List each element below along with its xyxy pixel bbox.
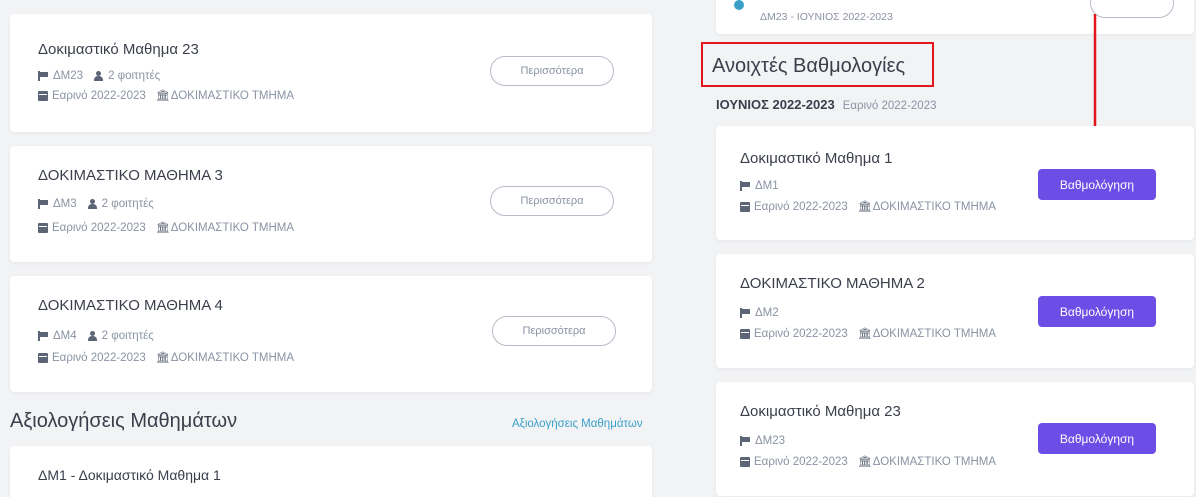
calendar-icon bbox=[740, 329, 750, 339]
course-meta-row: ΔΜ3 2 φοιτητές bbox=[38, 198, 154, 210]
course-meta-row: Εαρινό 2022-2023 🏛 ΔΟΚΙΜΑΣΤΙΚΟ ΤΜΗΜΑ bbox=[740, 456, 996, 468]
course-meta-row: Εαρινό 2022-2023 🏛 ΔΟΚΙΜΑΣΤΙΚΟ ΤΜΗΜΑ bbox=[38, 352, 294, 364]
course-code: ΔΜ3 bbox=[53, 198, 77, 210]
course-meta-row: ΔΜ4 2 φοιτητές bbox=[38, 330, 154, 342]
course-title: Δοκιμαστικό Μαθημα 23 bbox=[38, 41, 199, 58]
course-code: ΔΜ4 bbox=[53, 330, 77, 342]
course-meta-row: ΔΜ23 2 φοιτητές bbox=[38, 70, 160, 82]
course-meta-row: ΔΜ2 bbox=[740, 307, 779, 319]
flag-icon bbox=[38, 331, 49, 341]
user-icon bbox=[93, 71, 104, 81]
course-department: ΔΟΚΙΜΑΣΤΙΚΟ ΤΜΗΜΑ bbox=[872, 456, 997, 468]
course-meta-row: Εαρινό 2022-2023 🏛 ΔΟΚΙΜΑΣΤΙΚΟ ΤΜΗΜΑ bbox=[38, 90, 294, 102]
course-title: ΔΟΚΙΜΑΣΤΙΚΟ ΜΑΘΗΜΑ 3 bbox=[38, 167, 223, 184]
grade-button[interactable]: Βαθμολόγηση bbox=[1038, 296, 1156, 327]
evaluations-link[interactable]: Αξιολογήσεις Μαθημάτων bbox=[512, 418, 643, 430]
user-icon bbox=[87, 331, 98, 341]
course-card: ΔΟΚΙΜΑΣΤΙΚΟ ΜΑΘΗΜΑ 3 ΔΜ3 2 φοιτητές Εαρι… bbox=[10, 146, 652, 262]
course-semester: Εαρινό 2022-2023 bbox=[754, 201, 848, 213]
flag-icon bbox=[740, 181, 751, 191]
course-title: Δοκιμαστικό Μαθημα 23 bbox=[740, 403, 901, 420]
course-code: ΔΜ2 bbox=[755, 307, 779, 319]
flag-icon bbox=[38, 199, 49, 209]
more-button[interactable]: Περισσότερα bbox=[490, 186, 614, 216]
course-title: Δοκιμαστικό Μαθημα 1 bbox=[740, 150, 893, 167]
course-title: ΔΟΚΙΜΑΣΤΙΚΟ ΜΑΘΗΜΑ 4 bbox=[38, 297, 223, 314]
institution-icon: 🏛 bbox=[155, 222, 170, 234]
grade-course-card: Δοκιμαστικό Μαθημα 1 ΔΜ1 Εαρινό 2022-202… bbox=[716, 126, 1194, 240]
students-count: 2 φοιτητές bbox=[108, 70, 161, 82]
course-department: ΔΟΚΙΜΑΣΤΙΚΟ ΤΜΗΜΑ bbox=[170, 352, 295, 364]
course-semester: Εαρινό 2022-2023 bbox=[52, 90, 146, 102]
calendar-icon bbox=[38, 91, 48, 101]
course-meta-row: ΔΜ23 bbox=[740, 435, 785, 447]
open-grades-period: ΙΟΥΝΙΟΣ 2022-2023 Εαρινό 2022-2023 bbox=[716, 97, 937, 112]
evaluation-item-title: ΔΜ1 - Δοκιμαστικό Μαθημα 1 bbox=[38, 467, 221, 483]
course-card: Δοκιμαστικό Μαθημα 23 ΔΜ23 2 φοιτητές Εα… bbox=[10, 14, 652, 132]
calendar-icon bbox=[740, 202, 750, 212]
institution-icon: 🏛 bbox=[857, 456, 872, 468]
students-count: 2 φοιτητές bbox=[101, 198, 154, 210]
flag-icon bbox=[38, 71, 49, 81]
flag-icon bbox=[740, 436, 751, 446]
evaluation-card: ΔΜ1 - Δοκιμαστικό Μαθημα 1 bbox=[10, 446, 652, 497]
calendar-icon bbox=[38, 223, 48, 233]
course-meta-row: ΔΜ1 bbox=[740, 180, 779, 192]
user-icon bbox=[87, 199, 98, 209]
institution-icon: 🏛 bbox=[155, 352, 170, 364]
course-semester: Εαρινό 2022-2023 bbox=[52, 222, 146, 234]
course-meta-row: Εαρινό 2022-2023 🏛 ΔΟΚΙΜΑΣΤΙΚΟ ΤΜΗΜΑ bbox=[38, 222, 294, 234]
course-department: ΔΟΚΙΜΑΣΤΙΚΟ ΤΜΗΜΑ bbox=[170, 222, 295, 234]
course-semester: Εαρινό 2022-2023 bbox=[754, 328, 848, 340]
open-grades-title: Ανοιχτές Βαθμολογίες bbox=[712, 55, 906, 77]
grade-course-card: ΔΟΚΙΜΑΣΤΙΚΟ ΜΑΘΗΜΑ 2 ΔΜ2 Εαρινό 2022-202… bbox=[716, 254, 1194, 368]
grade-course-card: Δοκιμαστικό Μαθημα 23 ΔΜ23 Εαρινό 2022-2… bbox=[716, 382, 1194, 496]
course-card: ΔΟΚΙΜΑΣΤΙΚΟ ΜΑΘΗΜΑ 4 ΔΜ4 2 φοιτητές Εαρι… bbox=[10, 276, 652, 392]
course-meta-row: Εαρινό 2022-2023 🏛 ΔΟΚΙΜΑΣΤΙΚΟ ΤΜΗΜΑ bbox=[740, 201, 996, 213]
more-button[interactable]: Περισσότερα bbox=[490, 56, 614, 86]
course-code: ΔΜ23 bbox=[53, 70, 84, 82]
institution-icon: 🏛 bbox=[155, 90, 170, 102]
grade-button[interactable]: Βαθμολόγηση bbox=[1038, 423, 1156, 454]
period-name: ΙΟΥΝΙΟΣ 2022-2023 bbox=[716, 97, 835, 112]
evaluations-title: Αξιολογήσεις Μαθημάτων bbox=[10, 410, 238, 432]
partial-card-text: ΔΜ23 - ΙΟΥΝΙΟΣ 2022-2023 bbox=[760, 11, 893, 23]
students-count: 2 φοιτητές bbox=[101, 330, 154, 342]
course-semester: Εαρινό 2022-2023 bbox=[754, 456, 848, 468]
calendar-icon bbox=[740, 457, 750, 467]
top-partial-card: ΔΜ23 - ΙΟΥΝΙΟΣ 2022-2023 bbox=[716, 0, 1194, 34]
institution-icon: 🏛 bbox=[857, 201, 872, 213]
course-department: ΔΟΚΙΜΑΣΤΙΚΟ ΤΜΗΜΑ bbox=[872, 328, 997, 340]
course-department: ΔΟΚΙΜΑΣΤΙΚΟ ΤΜΗΜΑ bbox=[872, 201, 997, 213]
course-code: ΔΜ23 bbox=[755, 435, 786, 447]
calendar-icon bbox=[38, 353, 48, 363]
institution-icon: 🏛 bbox=[857, 328, 872, 340]
flag-icon bbox=[740, 308, 751, 318]
course-semester: Εαρινό 2022-2023 bbox=[52, 352, 146, 364]
period-semester: Εαρινό 2022-2023 bbox=[842, 100, 937, 112]
course-title: ΔΟΚΙΜΑΣΤΙΚΟ ΜΑΘΗΜΑ 2 bbox=[740, 275, 925, 292]
course-meta-row: Εαρινό 2022-2023 🏛 ΔΟΚΙΜΑΣΤΙΚΟ ΤΜΗΜΑ bbox=[740, 328, 996, 340]
grade-button[interactable]: Βαθμολόγηση bbox=[1038, 169, 1156, 200]
status-dot-icon bbox=[734, 0, 744, 10]
more-button[interactable]: Περισσότερα bbox=[492, 316, 616, 346]
course-department: ΔΟΚΙΜΑΣΤΙΚΟ ΤΜΗΜΑ bbox=[170, 90, 295, 102]
course-code: ΔΜ1 bbox=[755, 180, 779, 192]
